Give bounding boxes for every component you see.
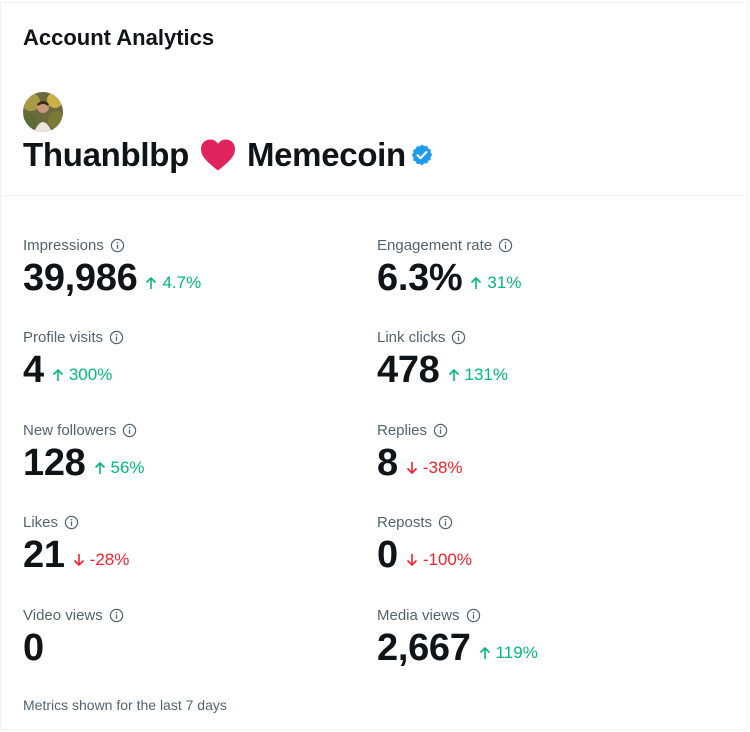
metric-delta: -100% xyxy=(406,550,472,570)
account-name-part2: Memecoin xyxy=(246,136,406,173)
metric-delta: -28% xyxy=(73,550,130,570)
metric-value: 39,986 xyxy=(23,257,138,299)
metric-delta: -38% xyxy=(406,458,463,478)
metric-label: Profile visits xyxy=(23,328,104,346)
metric-delta: 131% xyxy=(448,365,508,385)
metric-value: 4 xyxy=(23,349,44,391)
metric-delta: 31% xyxy=(470,273,521,293)
verified-badge-icon xyxy=(410,143,434,167)
info-icon[interactable] xyxy=(122,423,137,438)
metric-replies[interactable]: Replies 8 -38% xyxy=(377,420,463,485)
metric-label: Impressions xyxy=(23,236,104,254)
arrow-up-icon xyxy=(479,646,491,660)
info-icon[interactable] xyxy=(64,515,79,530)
arrow-up-icon xyxy=(470,276,482,290)
metric-label: Reposts xyxy=(377,513,433,531)
metric-delta-text: 131% xyxy=(464,365,508,384)
metric-label: Engagement rate xyxy=(377,236,493,254)
analytics-card: Account Analytics Thuanblbp Memecoin Imp… xyxy=(0,2,748,730)
arrow-down-icon xyxy=(406,461,418,475)
arrow-up-icon xyxy=(145,276,157,290)
avatar[interactable] xyxy=(23,92,63,132)
info-icon[interactable] xyxy=(498,238,513,253)
metric-impressions[interactable]: Impressions 39,986 4.7% xyxy=(23,235,201,300)
info-icon[interactable] xyxy=(109,330,124,345)
metric-delta: 300% xyxy=(52,365,112,385)
metric-delta-text: 4.7% xyxy=(162,273,202,292)
metric-delta-text: -38% xyxy=(422,458,463,477)
metric-label: New followers xyxy=(23,421,117,439)
metric-video-views[interactable]: Video views 0 xyxy=(23,605,124,670)
metric-media-views[interactable]: Media views 2,667 119% xyxy=(377,605,538,670)
metric-label: Likes xyxy=(23,513,59,531)
arrow-up-icon xyxy=(52,368,64,382)
info-icon[interactable] xyxy=(110,238,125,253)
metric-value: 478 xyxy=(377,349,440,391)
arrow-up-icon xyxy=(448,368,460,382)
metric-delta-text: -100% xyxy=(422,550,472,569)
info-icon[interactable] xyxy=(109,608,124,623)
metric-delta-text: 56% xyxy=(110,458,145,477)
account-name-part1: Thuanblbp xyxy=(23,136,189,173)
metric-value: 0 xyxy=(377,534,398,576)
info-icon[interactable] xyxy=(433,423,448,438)
account-name: Thuanblbp Memecoin xyxy=(23,136,434,174)
metric-likes[interactable]: Likes 21 -28% xyxy=(23,512,129,577)
metric-profile-visits[interactable]: Profile visits 4 300% xyxy=(23,327,124,392)
info-icon[interactable] xyxy=(451,330,466,345)
metric-value: 8 xyxy=(377,442,398,484)
arrow-down-icon xyxy=(406,553,418,567)
metric-label: Video views xyxy=(23,606,103,624)
metric-label: Media views xyxy=(377,606,460,624)
metric-value: 6.3% xyxy=(377,257,463,299)
info-icon[interactable] xyxy=(466,608,481,623)
metric-value: 2,667 xyxy=(377,627,471,669)
heart-icon xyxy=(199,138,237,172)
arrow-down-icon xyxy=(73,553,85,567)
metric-engagement-rate[interactable]: Engagement rate 6.3% 31% xyxy=(377,235,521,300)
metric-value: 128 xyxy=(23,442,86,484)
metric-link-clicks[interactable]: Link clicks 478 131% xyxy=(377,327,508,392)
divider xyxy=(1,195,747,196)
page-title: Account Analytics xyxy=(23,25,215,50)
metric-delta-text: 300% xyxy=(68,365,113,384)
metric-delta: 56% xyxy=(94,458,145,478)
metric-label: Replies xyxy=(377,421,428,439)
arrow-up-icon xyxy=(94,461,106,475)
metric-reposts[interactable]: Reposts 0 -100% xyxy=(377,512,472,577)
metric-delta-text: -28% xyxy=(89,550,130,569)
metric-label: Link clicks xyxy=(377,328,446,346)
metric-value: 0 xyxy=(23,627,44,669)
metrics-footnote: Metrics shown for the last 7 days xyxy=(23,697,227,713)
metric-delta-text: 119% xyxy=(495,643,538,662)
metric-value: 21 xyxy=(23,534,65,576)
metric-delta-text: 31% xyxy=(487,273,522,292)
metric-new-followers[interactable]: New followers 128 56% xyxy=(23,420,145,485)
metric-delta: 119% xyxy=(479,643,538,663)
avatar-image xyxy=(23,92,63,132)
info-icon[interactable] xyxy=(438,515,453,530)
metric-delta: 4.7% xyxy=(145,273,201,293)
